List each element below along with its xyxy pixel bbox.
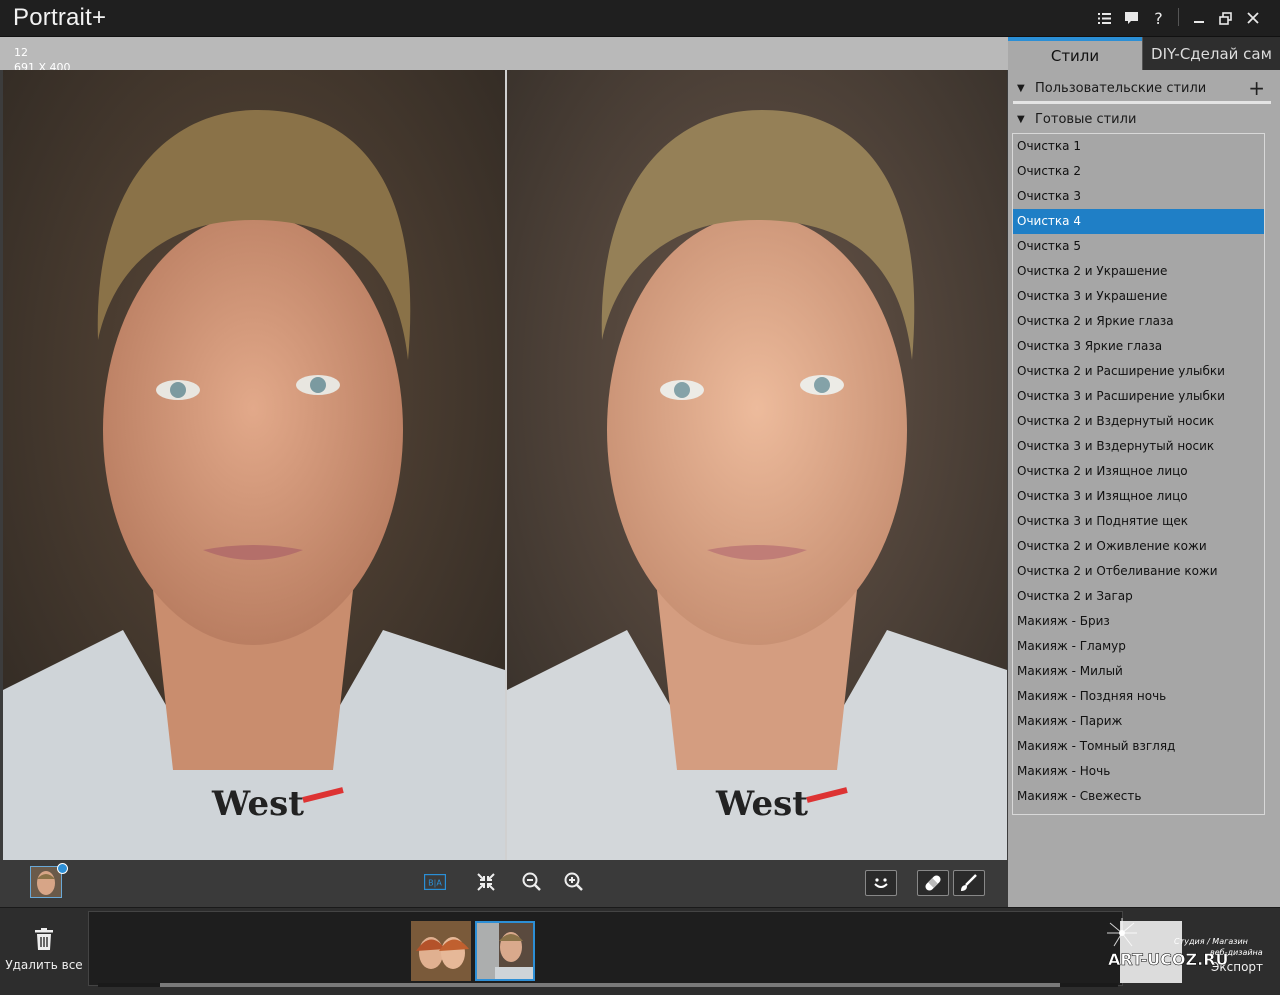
svg-text:West: West (715, 784, 808, 824)
style-item[interactable]: Очистка 2 и Оживление кожи (1013, 534, 1264, 559)
add-style-icon[interactable]: + (1248, 76, 1265, 100)
before-after-icon[interactable]: B|A (424, 871, 446, 893)
delete-all-label: Удалить все (5, 958, 83, 972)
title-bar: Portrait+ ? (0, 0, 1280, 37)
trash-icon (35, 928, 53, 950)
zoom-in-icon[interactable] (563, 871, 585, 893)
fit-screen-icon[interactable] (475, 871, 497, 893)
svg-text:веб-дизайна: веб-дизайна (1210, 948, 1263, 957)
export-preview (1120, 921, 1182, 983)
film-thumbnail-selected[interactable] (475, 921, 535, 981)
healing-button[interactable] (917, 870, 949, 896)
thumbnail-badge (57, 863, 68, 874)
style-item[interactable]: Макияж - Бриз (1013, 609, 1264, 634)
brush-button[interactable] (953, 870, 985, 896)
ready-styles-label: Готовые стили (1035, 111, 1137, 127)
style-item[interactable]: Очистка 3 и Украшение (1013, 284, 1264, 309)
ready-styles-header[interactable]: ▼ Готовые стили (1013, 105, 1271, 133)
bandage-icon (925, 875, 941, 891)
style-item[interactable]: Очистка 3 и Вздернутый носик (1013, 434, 1264, 459)
film-thumbnail[interactable] (411, 921, 471, 981)
styles-panel: Стили DIY-Сделай сам ▼ Пользовательские … (1008, 37, 1280, 907)
style-item[interactable]: Очистка 4 (1013, 209, 1264, 234)
svg-text:B|A: B|A (428, 879, 442, 888)
app-title: Portrait+ (13, 4, 107, 31)
restore-icon[interactable] (1212, 8, 1239, 28)
style-item[interactable]: Макияж - Ночь (1013, 759, 1264, 784)
separator (1178, 8, 1179, 26)
style-item[interactable]: Макияж - Поздняя ночь (1013, 684, 1264, 709)
style-item[interactable]: Очистка 2 и Изящное лицо (1013, 459, 1264, 484)
style-item[interactable]: Макияж - Милый (1013, 659, 1264, 684)
style-item[interactable]: Очистка 2 и Вздернутый носик (1013, 409, 1264, 434)
face-detect-button[interactable] (865, 870, 897, 896)
custom-styles-header[interactable]: ▼ Пользовательские стили + (1013, 74, 1271, 102)
style-item[interactable]: Очистка 1 (1013, 134, 1264, 159)
scrollbar-thumb[interactable] (160, 983, 1060, 987)
info-strip: 12 691 X 400 (0, 37, 1008, 74)
photo-before[interactable]: West (3, 70, 505, 860)
style-item[interactable]: Очистка 2 и Расширение улыбки (1013, 359, 1264, 384)
style-item[interactable]: Макияж - Свежесть (1013, 784, 1264, 809)
photo-canvas: 12 691 X 400 West West B|A (0, 37, 1008, 907)
style-item[interactable]: Очистка 2 (1013, 159, 1264, 184)
style-item[interactable]: Очистка 3 и Поднятие щек (1013, 509, 1264, 534)
close-icon[interactable] (1239, 8, 1266, 28)
bottom-bar: Удалить все Экспорт ART-UCOZ.RU Студия /… (0, 907, 1280, 995)
photo-index: 12 (14, 46, 28, 59)
tab-diy[interactable]: DIY-Сделай сам (1142, 37, 1280, 70)
collapse-arrow-icon: ▼ (1017, 82, 1025, 94)
style-item[interactable]: Макияж - Томный взгляд (1013, 734, 1264, 759)
tab-styles[interactable]: Стили (1008, 37, 1142, 70)
smile-icon (874, 878, 888, 888)
delete-all-button[interactable]: Удалить все (4, 928, 84, 972)
style-item[interactable]: Очистка 2 и Украшение (1013, 259, 1264, 284)
minimize-icon[interactable] (1185, 8, 1212, 28)
style-item[interactable]: Очистка 3 и Расширение улыбки (1013, 384, 1264, 409)
feedback-icon[interactable] (1118, 8, 1145, 28)
style-item[interactable]: Очистка 2 и Отбеливание кожи (1013, 559, 1264, 584)
style-item[interactable]: Очистка 3 и Изящное лицо (1013, 484, 1264, 509)
panel-tabs: Стили DIY-Сделай сам (1008, 37, 1280, 70)
style-item[interactable]: Очистка 2 и Загар (1013, 584, 1264, 609)
style-item[interactable]: Очистка 3 (1013, 184, 1264, 209)
canvas-toolbar: B|A (0, 860, 1008, 907)
window-controls: ? (1091, 8, 1266, 28)
zoom-out-icon[interactable] (521, 871, 543, 893)
svg-text:West: West (211, 784, 304, 824)
photo-after[interactable]: West (507, 70, 1007, 860)
help-icon[interactable]: ? (1145, 8, 1172, 28)
style-item[interactable]: Очистка 5 (1013, 234, 1264, 259)
svg-text:Студия / Магазин: Студия / Магазин (1174, 937, 1248, 946)
list-icon[interactable] (1091, 8, 1118, 28)
section-divider (1013, 101, 1271, 104)
style-item[interactable]: Макияж - Гламур (1013, 634, 1264, 659)
styles-list: Очистка 1 Очистка 2 Очистка 3 Очистка 4 Очис… (1012, 133, 1265, 815)
filmstrip-scrollbar[interactable] (98, 983, 1118, 987)
export-button[interactable]: Экспорт (1211, 960, 1263, 974)
style-item[interactable]: Очистка 2 и Яркие глаза (1013, 309, 1264, 334)
style-item[interactable]: Макияж - Париж (1013, 709, 1264, 734)
brush-icon (961, 874, 977, 891)
collapse-arrow-icon: ▼ (1017, 113, 1025, 125)
filmstrip (88, 911, 1182, 986)
style-item[interactable]: Очистка 3 Яркие глаза (1013, 334, 1264, 359)
custom-styles-label: Пользовательские стили (1035, 80, 1207, 96)
